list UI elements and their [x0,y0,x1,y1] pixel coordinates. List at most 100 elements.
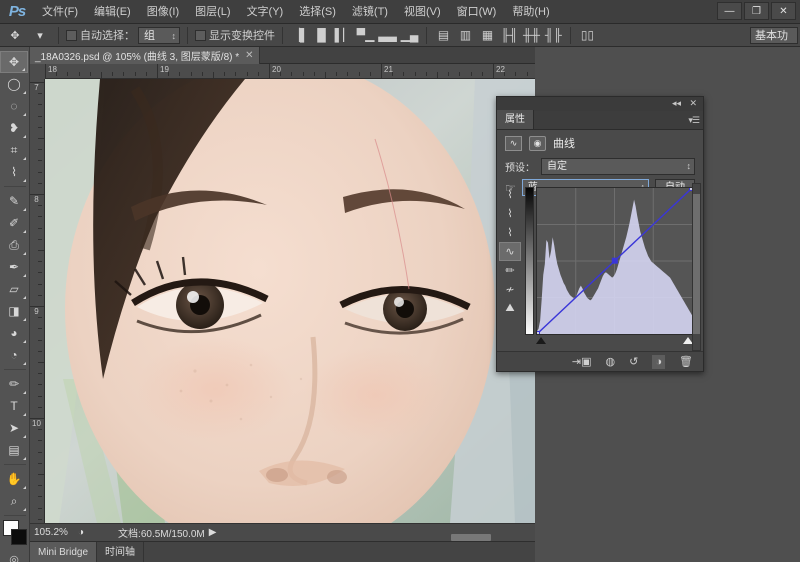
delete-adjustment-icon[interactable]: 🗑 [679,355,693,368]
menu-view[interactable]: 视图(V) [396,0,449,24]
smooth-curve-icon[interactable]: ≁ [499,280,521,299]
auto-align-layers-icon[interactable]: ▯▯ [578,26,597,44]
reset-adjustment-icon[interactable]: ↺ [629,355,638,368]
zoom-tool[interactable]: ⌕ [0,490,28,512]
move-tool[interactable]: ✥ [0,51,28,73]
preset-row: 预设： 自定 [497,156,703,177]
menu-layer[interactable]: 图层(L) [187,0,238,24]
menu-edit[interactable]: 编辑(E) [86,0,139,24]
crop-tool[interactable]: ⌗ [0,139,28,161]
white-point-eyedropper-icon[interactable]: ⌇ [499,223,521,242]
properties-panel: ◂◂ ✕ 属性 ▾☰ ∿ ◉ 曲线 预设： 自定 ☞ 蓝 自动 ⌇ ⌇ ⌇ ∿ … [496,96,704,372]
clone-stamp-tool[interactable]: ⎙ [0,234,28,256]
curve-edit-tool-icon[interactable]: ∿ [499,242,521,261]
curves-graph[interactable] [525,187,695,350]
curves-control-point[interactable] [611,257,618,264]
lasso-tool[interactable]: ◌ [0,95,28,117]
menu-select[interactable]: 选择(S) [291,0,344,24]
maximize-button[interactable]: ❐ [744,2,769,20]
preset-dropdown[interactable]: 自定 [541,158,695,175]
curves-grid[interactable] [536,187,693,335]
properties-collapse-icon[interactable]: ◂◂ [672,98,681,109]
align-left-icon[interactable]: ▕▌ [290,26,309,44]
clip-to-layer-button-icon[interactable]: ⇥▣ [572,355,592,368]
tab-mini-bridge[interactable]: Mini Bridge [30,541,98,562]
gray-point-eyedropper-icon[interactable]: ⌇ [499,204,521,223]
tab-timeline[interactable]: 时间轴 [97,541,145,562]
ruler-v-label: 8 [34,195,39,204]
ruler-origin-corner[interactable] [30,64,45,79]
dodge-tool[interactable]: ◔ [0,344,28,366]
quick-selection-tool[interactable]: ❥ [0,117,28,139]
vertical-ruler[interactable]: 7 8 9 10 [30,64,45,523]
distribute-bottom-icon[interactable]: ╢╟ [544,26,563,44]
move-tool-preset-icon[interactable]: ✥ [4,26,26,45]
blur-tool[interactable]: ◕ [0,322,28,344]
rectangle-tool[interactable]: ▤ [0,439,28,461]
distribute-middle-v-icon[interactable]: ╫╫ [522,26,541,44]
image-canvas[interactable] [45,79,535,523]
history-brush-tool[interactable]: ✒ [0,256,28,278]
eyedropper-tool[interactable]: ⌇ [0,161,28,183]
toggle-layer-visibility-icon[interactable]: ◍ [606,355,616,368]
input-level-bar[interactable] [536,337,693,347]
document-tab-bar: _18A0326.psd @ 105% (曲线 3, 图层蒙版/8) * ✕ [30,47,535,64]
distribute-right-icon[interactable]: ▦ [478,26,497,44]
preview-toggle-icon[interactable]: ◑ [652,354,666,369]
minimize-button[interactable]: — [717,2,742,20]
black-point-eyedropper-icon[interactable]: ⌇ [499,185,521,204]
eraser-tool[interactable]: ▱ [0,278,28,300]
menu-window[interactable]: 窗口(W) [449,0,505,24]
gradient-tool[interactable]: ◨ [0,300,28,322]
distribute-top-icon[interactable]: ╟╢ [500,26,519,44]
clipping-display-icon[interactable]: ⛰ [499,299,521,318]
properties-scrollbar[interactable] [692,183,701,351]
pencil-draw-tool-icon[interactable]: ✏ [499,261,521,280]
menu-help[interactable]: 帮助(H) [504,0,557,24]
distribute-center-h-icon[interactable]: ▥ [456,26,475,44]
curves-plot[interactable] [537,188,692,334]
hand-tool[interactable]: ✋ [0,468,28,490]
show-transform-controls-checkbox[interactable] [195,29,206,41]
options-separator-1 [58,26,59,44]
workspace-switcher-button[interactable]: 基本功能 [750,27,798,44]
color-swatches[interactable] [0,519,28,549]
brush-tool[interactable]: ✐ [0,212,28,234]
curves-control-point[interactable] [537,331,540,335]
distribute-left-icon[interactable]: ▤ [434,26,453,44]
type-tool[interactable]: T [0,395,28,417]
properties-close-icon[interactable]: ✕ [689,98,697,109]
auto-select-dropdown[interactable]: 组 [138,26,180,44]
black-input-slider-icon[interactable] [536,337,546,344]
healing-brush-tool[interactable]: ✎ [0,190,28,212]
close-button[interactable]: ✕ [771,2,796,20]
properties-panel-menu-icon[interactable]: ▾☰ [688,115,700,126]
tool-preset-caret-icon[interactable]: ▾ [29,26,51,45]
canvas-hscroll-thumb[interactable] [451,534,491,541]
menu-type[interactable]: 文字(Y) [239,0,292,24]
horizontal-ruler[interactable]: 18 19 20 21 22 [30,64,535,79]
document-tab[interactable]: _18A0326.psd @ 105% (曲线 3, 图层蒙版/8) * ✕ [30,47,260,64]
tab-properties[interactable]: 属性 [497,110,534,129]
toolbox-separator-4 [3,515,26,516]
menu-filter[interactable]: 滤镜(T) [344,0,396,24]
properties-scroll-thumb[interactable] [693,194,700,334]
menu-image[interactable]: 图像(I) [139,0,187,24]
align-middle-v-icon[interactable]: ▃▃ [378,26,397,44]
document-tab-close-icon[interactable]: ✕ [245,50,253,61]
align-center-h-icon[interactable]: ▐▌ [312,26,331,44]
clip-to-layer-icon[interactable]: ◉ [529,135,546,151]
auto-select-checkbox[interactable] [66,29,77,41]
properties-panel-titlebar[interactable]: ◂◂ ✕ [497,97,703,111]
align-bottom-icon[interactable]: ▁▄ [400,26,419,44]
align-right-icon[interactable]: ▌▏ [334,26,353,44]
quick-mask-toggle-icon[interactable]: ◎ [0,549,28,562]
menu-file[interactable]: 文件(F) [34,0,86,24]
path-selection-tool[interactable]: ➤ [0,417,28,439]
background-color-swatch[interactable] [11,529,27,545]
pen-tool[interactable]: ✏ [0,373,28,395]
align-top-icon[interactable]: ▀▁ [356,26,375,44]
curves-adjustment-icon[interactable]: ∿ [505,135,522,151]
marquee-tool[interactable]: ◯ [0,73,28,95]
menu-bar: Ps 文件(F) 编辑(E) 图像(I) 图层(L) 文字(Y) 选择(S) 滤… [0,0,800,24]
